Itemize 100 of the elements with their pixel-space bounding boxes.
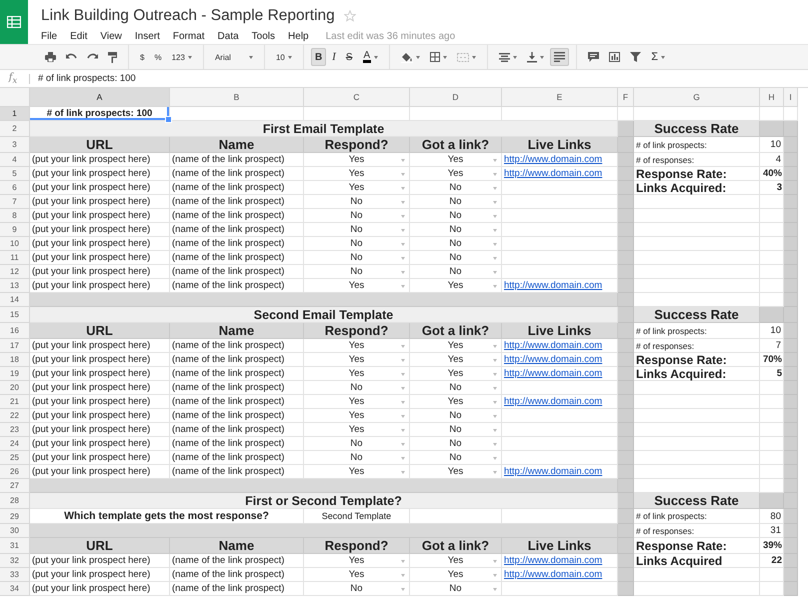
document-title[interactable]: Link Building Outreach - Sample Reporting <box>41 6 335 24</box>
dropdown-cell[interactable]: No <box>410 381 502 395</box>
row-number[interactable]: 31 <box>0 538 30 554</box>
column-letter[interactable]: F <box>618 88 634 107</box>
dropdown-cell[interactable]: No <box>304 381 410 395</box>
sheet-cell[interactable]: (put your link prospect here) <box>30 195 170 209</box>
sheet-cell[interactable]: (name of the link prospect) <box>170 451 304 465</box>
dropdown-cell[interactable]: No <box>304 223 410 237</box>
row-number[interactable]: 24 <box>0 437 30 451</box>
menu-item[interactable]: Edit <box>70 31 88 42</box>
column-letter[interactable]: I <box>784 88 798 107</box>
sheet-cell[interactable]: (put your link prospect here) <box>30 339 170 353</box>
fill-handle[interactable] <box>165 116 172 123</box>
row-number[interactable]: 3 <box>0 137 30 153</box>
row-number[interactable]: 29 <box>0 509 30 524</box>
app-logo[interactable] <box>0 0 28 44</box>
dropdown-cell[interactable]: No <box>410 237 502 251</box>
dropdown-cell[interactable]: Yes <box>410 167 502 181</box>
sheet-cell[interactable]: (put your link prospect here) <box>30 265 170 279</box>
row-number[interactable]: 6 <box>0 181 30 195</box>
dropdown-cell[interactable]: No <box>410 582 502 596</box>
percent-button[interactable]: % <box>150 48 166 66</box>
column-letter[interactable]: G <box>634 88 760 107</box>
row-number[interactable]: 27 <box>0 479 30 493</box>
link[interactable]: http://www.domain.com <box>504 396 602 407</box>
currency-button[interactable]: $ <box>136 48 148 66</box>
row-number[interactable]: 14 <box>0 293 30 307</box>
menu-item[interactable]: Insert <box>134 31 160 42</box>
row-number[interactable]: 18 <box>0 353 30 367</box>
number-format-button[interactable]: 123 <box>168 48 196 66</box>
column-letter[interactable]: C <box>304 88 410 107</box>
sheet-cell[interactable]: (name of the link prospect) <box>170 568 304 582</box>
sheet-cell[interactable]: (name of the link prospect) <box>170 237 304 251</box>
row-number[interactable]: 26 <box>0 465 30 479</box>
sheet-cell[interactable]: (put your link prospect here) <box>30 409 170 423</box>
row-number[interactable]: 12 <box>0 265 30 279</box>
link[interactable]: http://www.domain.com <box>504 354 602 365</box>
sheet-cell[interactable]: (name of the link prospect) <box>170 339 304 353</box>
link[interactable]: http://www.domain.com <box>504 154 602 165</box>
dropdown-cell[interactable]: No <box>304 209 410 223</box>
dropdown-cell[interactable]: Yes <box>304 409 410 423</box>
sheet-cell[interactable]: (put your link prospect here) <box>30 423 170 437</box>
column-letter[interactable]: E <box>502 88 618 107</box>
menu-item[interactable]: View <box>100 31 122 42</box>
functions-button[interactable]: Σ <box>647 48 669 66</box>
menu-item[interactable]: Format <box>172 31 205 42</box>
sheet-cell[interactable]: (name of the link prospect) <box>170 395 304 409</box>
dropdown-cell[interactable]: Yes <box>304 395 410 409</box>
sheet-cell[interactable]: (put your link prospect here) <box>30 181 170 195</box>
dropdown-cell[interactable]: No <box>304 195 410 209</box>
dropdown-cell[interactable]: Yes <box>304 353 410 367</box>
empty-cell[interactable]: http://www.domain.com <box>502 153 618 167</box>
menu-item[interactable]: Tools <box>252 31 276 42</box>
row-number[interactable]: 33 <box>0 568 30 582</box>
row-number[interactable]: 1 <box>0 107 30 121</box>
sheet-cell[interactable]: (name of the link prospect) <box>170 409 304 423</box>
dropdown-cell[interactable]: Yes <box>410 395 502 409</box>
dropdown-cell[interactable]: Yes <box>410 353 502 367</box>
sheet-cell[interactable]: (name of the link prospect) <box>170 353 304 367</box>
font-dropdown[interactable]: Arial <box>210 48 257 66</box>
row-number[interactable]: 34 <box>0 582 30 596</box>
row-number[interactable]: 25 <box>0 451 30 465</box>
row-number[interactable]: 32 <box>0 554 30 568</box>
empty-cell[interactable]: http://www.domain.com <box>502 395 618 409</box>
sheet-cell[interactable]: (name of the link prospect) <box>170 223 304 237</box>
sheet-cell[interactable]: (put your link prospect here) <box>30 451 170 465</box>
row-number[interactable]: 9 <box>0 223 30 237</box>
row-number[interactable]: 21 <box>0 395 30 409</box>
dropdown-cell[interactable]: No <box>410 265 502 279</box>
bold-button[interactable]: B <box>310 48 326 66</box>
dropdown-cell[interactable]: Yes <box>304 339 410 353</box>
sheet-cell[interactable]: # of link prospects: 100 <box>30 107 170 121</box>
empty-cell[interactable]: http://www.domain.com <box>502 339 618 353</box>
dropdown-cell[interactable]: No <box>410 181 502 195</box>
dropdown-cell[interactable]: Yes <box>410 153 502 167</box>
sheet-cell[interactable]: (name of the link prospect) <box>170 265 304 279</box>
star-icon[interactable] <box>344 10 356 22</box>
dropdown-cell[interactable]: No <box>304 251 410 265</box>
dropdown-cell[interactable]: Yes <box>410 367 502 381</box>
row-number[interactable]: 7 <box>0 195 30 209</box>
column-letter[interactable]: B <box>170 88 304 107</box>
sheet-cell[interactable]: (name of the link prospect) <box>170 554 304 568</box>
link[interactable]: http://www.domain.com <box>504 569 602 580</box>
dropdown-cell[interactable]: Yes <box>304 367 410 381</box>
sheet-cell[interactable]: (name of the link prospect) <box>170 423 304 437</box>
dropdown-cell[interactable]: No <box>410 251 502 265</box>
sheet-cell[interactable]: (name of the link prospect) <box>170 209 304 223</box>
font-size-dropdown[interactable]: 10 <box>272 48 296 66</box>
row-number[interactable]: 17 <box>0 339 30 353</box>
row-number[interactable]: 13 <box>0 279 30 293</box>
link[interactable]: http://www.domain.com <box>504 340 602 351</box>
sheet-cell[interactable]: (name of the link prospect) <box>170 381 304 395</box>
sheet-cell[interactable]: (put your link prospect here) <box>30 437 170 451</box>
sheet-cell[interactable]: (put your link prospect here) <box>30 167 170 181</box>
column-letter[interactable]: A <box>30 88 170 107</box>
sheet-cell[interactable]: (name of the link prospect) <box>170 153 304 167</box>
sheet-cell[interactable]: (name of the link prospect) <box>170 437 304 451</box>
corner-cell[interactable] <box>0 88 30 107</box>
dropdown-cell[interactable]: No <box>410 223 502 237</box>
sheet-cell[interactable]: (put your link prospect here) <box>30 381 170 395</box>
